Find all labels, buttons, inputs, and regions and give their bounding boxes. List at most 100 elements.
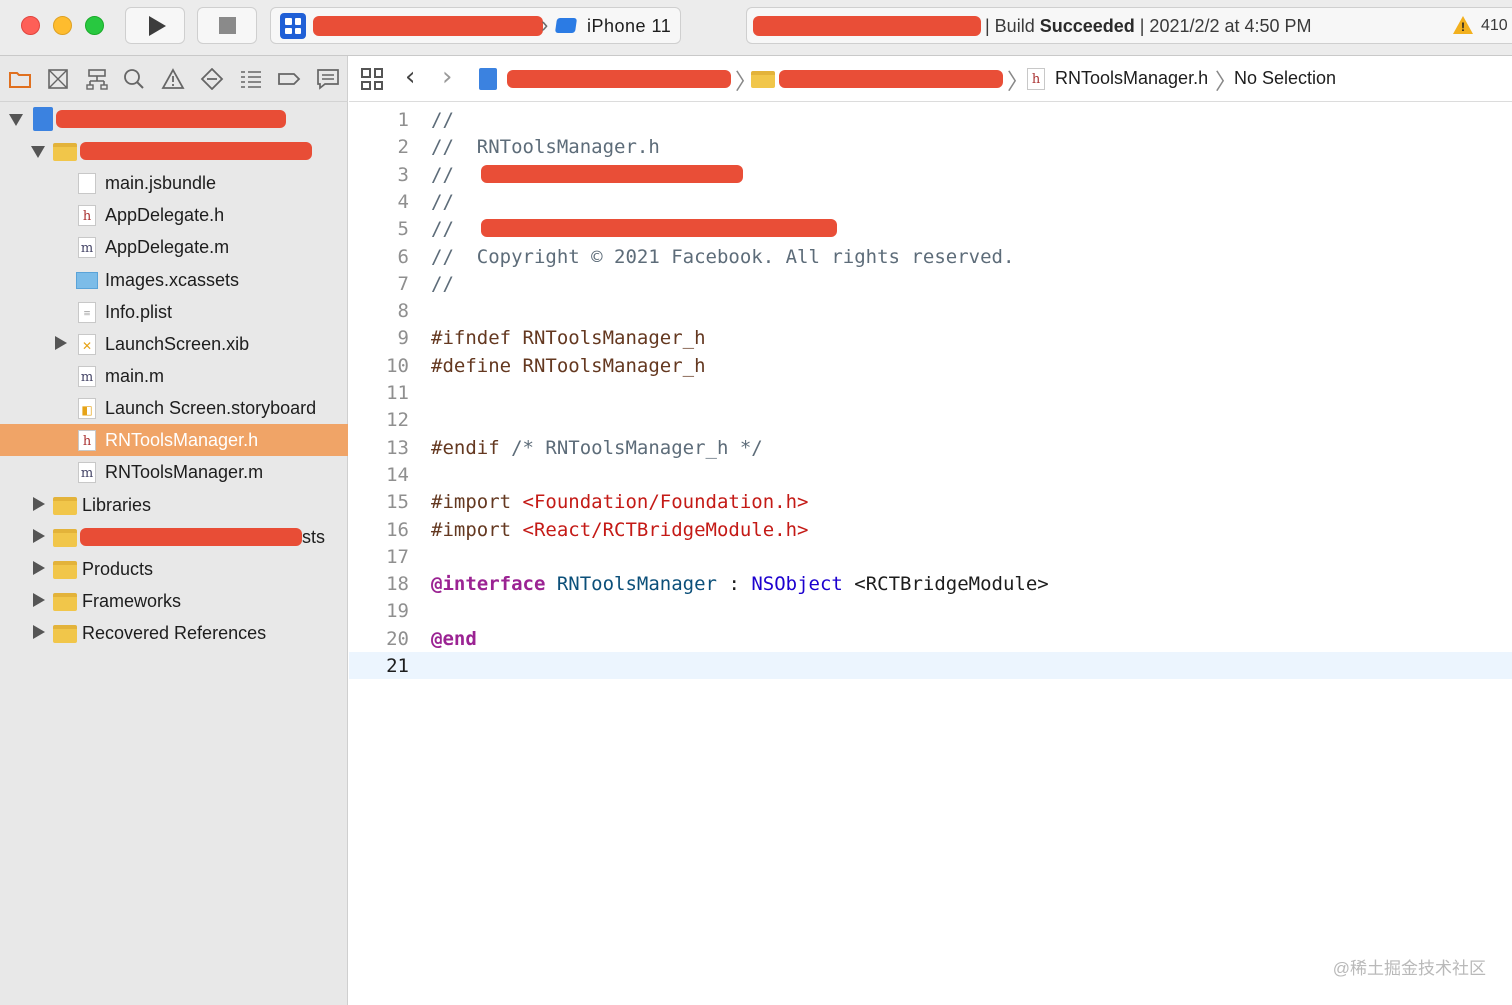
code-token: <RCTBridgeModule> [842,573,1049,596]
tree-item-group[interactable] [0,135,348,167]
code-line[interactable]: 4 // [349,188,1512,215]
project-icon [33,107,53,131]
code-line[interactable]: 19 [349,597,1512,624]
tree-item-group[interactable]: Recovered References [0,617,348,649]
code-text: // RNToolsManager.h [431,136,660,158]
folder-icon [53,497,77,515]
code-line[interactable]: 17 [349,543,1512,570]
disclosure-closed-icon[interactable] [33,561,45,575]
related-items-icon[interactable] [361,68,383,90]
code-line[interactable]: 14 [349,461,1512,488]
disclosure-closed-icon[interactable] [33,593,45,607]
redacted-comment [481,164,743,183]
implementation-file-icon: m [78,366,96,387]
code-line[interactable]: 16 #import <React/RCTBridgeModule.h> [349,516,1512,543]
code-line[interactable]: 11 [349,379,1512,406]
zoom-window-button[interactable] [85,16,104,35]
tree-item-group[interactable]: Frameworks [0,585,348,617]
run-button[interactable] [125,7,185,44]
code-token: // [431,190,454,213]
redacted-breadcrumb-project[interactable] [507,70,731,88]
minimize-window-button[interactable] [53,16,72,35]
tree-item-label: main.m [105,366,165,386]
source-control-icon[interactable] [45,67,71,91]
code-token: // [431,272,454,295]
code-text: // Copyright © 2021 Facebook. All rights… [431,246,1014,268]
stop-button[interactable] [197,7,257,44]
disclosure-closed-icon[interactable] [33,625,45,639]
code-line[interactable]: 1 // [349,106,1512,133]
warning-count[interactable]: 410 [1481,17,1508,35]
code-line[interactable]: 9 #ifndef RNToolsManager_h [349,324,1512,351]
tree-item-file[interactable]: ◧ Launch Screen.storyboard [0,392,348,424]
tree-item-file-selected[interactable]: h RNToolsManager.h [0,424,348,456]
tree-item-file[interactable]: h AppDelegate.h [0,199,348,231]
code-line[interactable]: 12 [349,406,1512,433]
disclosure-closed-icon[interactable] [55,336,67,350]
tree-item-label: Info.plist [105,302,173,322]
tree-item-group[interactable]: Libraries [0,489,348,521]
source-editor[interactable]: 1 // 2 // RNToolsManager.h 3 // 4 // 5 // 6 // Copy… [349,102,1512,1005]
code-line[interactable]: 10 #define RNToolsManager_h [349,352,1512,379]
tree-item-file[interactable]: ✕ LaunchScreen.xib [0,328,348,360]
tree-item-file[interactable]: m AppDelegate.m [0,231,348,263]
line-number: 13 [386,436,409,459]
tree-item-file[interactable]: m main.m [0,360,348,392]
disclosure-closed-icon[interactable] [33,529,45,543]
issue-icon[interactable] [160,67,186,91]
tree-item-file[interactable]: Images.xcassets [0,264,348,296]
tree-item-file[interactable]: ≡ Info.plist [0,296,348,328]
breadcrumb-file[interactable]: RNToolsManager.h [1055,68,1208,89]
tree-item-label: LaunchScreen.xib [105,334,250,354]
code-text: #import <React/RCTBridgeModule.h> [431,519,809,541]
close-window-button[interactable] [21,16,40,35]
build-status-text: | Build Succeeded | 2021/2/2 at 4:50 PM [985,16,1312,36]
line-number: 14 [386,463,409,486]
tree-item-file[interactable]: m RNToolsManager.m [0,456,348,488]
device-icon [554,18,578,33]
tree-item-group[interactable]: sts [0,521,348,553]
code-line[interactable]: 6 // Copyright © 2021 Facebook. All right… [349,243,1512,270]
back-arrow-icon[interactable]: ‹ [405,62,415,92]
code-line[interactable]: 20 @end [349,625,1512,652]
redacted-breadcrumb-group[interactable] [779,70,1003,88]
breakpoint-icon[interactable] [276,67,302,91]
symbol-icon[interactable] [84,67,110,91]
device-name[interactable]: iPhone 11 [587,16,671,37]
line-number: 8 [397,300,409,323]
report-icon[interactable] [315,67,341,91]
code-token: /* RNToolsManager_h */ [511,436,763,459]
folder-icon [53,561,77,579]
tree-item-group[interactable]: Products [0,553,348,585]
implementation-file-icon: m [78,237,96,258]
code-line[interactable]: 18 @interface RNToolsManager : NSObject <… [349,570,1512,597]
code-line[interactable]: 8 [349,297,1512,324]
code-line[interactable]: 13 #endif /* RNToolsManager_h */ [349,434,1512,461]
code-token: // RNToolsManager.h [431,136,660,159]
debug-icon[interactable] [238,67,264,91]
tree-item-file[interactable]: main.jsbundle [0,167,348,199]
disclosure-open-icon[interactable] [31,146,45,158]
folder-icon [53,143,77,161]
code-token: // Copyright © 2021 Facebook. All rights… [431,245,1015,268]
code-line[interactable]: 2 // RNToolsManager.h [349,133,1512,160]
code-line[interactable]: 21 [349,652,1512,679]
code-line[interactable]: 7 // [349,270,1512,297]
folder-icon [53,625,77,643]
scheme-selector[interactable]: › iPhone 11 [270,7,681,44]
disclosure-open-icon[interactable] [9,114,23,126]
breadcrumb-selection[interactable]: No Selection [1234,68,1336,89]
line-number: 15 [386,491,409,514]
disclosure-closed-icon[interactable] [33,497,45,511]
code-text: // [431,218,454,240]
code-line[interactable]: 15 #import <Foundation/Foundation.h> [349,488,1512,515]
code-text: #endif /* RNToolsManager_h */ [431,437,763,459]
forward-arrow-icon[interactable]: › [442,62,452,92]
activity-viewer: | Build Succeeded | 2021/2/2 at 4:50 PM … [746,7,1512,44]
find-icon[interactable] [121,67,147,91]
folder-icon[interactable] [7,67,33,91]
test-icon[interactable] [199,67,225,91]
code-token: #define RNToolsManager_h [431,354,706,377]
tree-item-project[interactable] [0,103,348,135]
code-text: @end [431,628,477,650]
